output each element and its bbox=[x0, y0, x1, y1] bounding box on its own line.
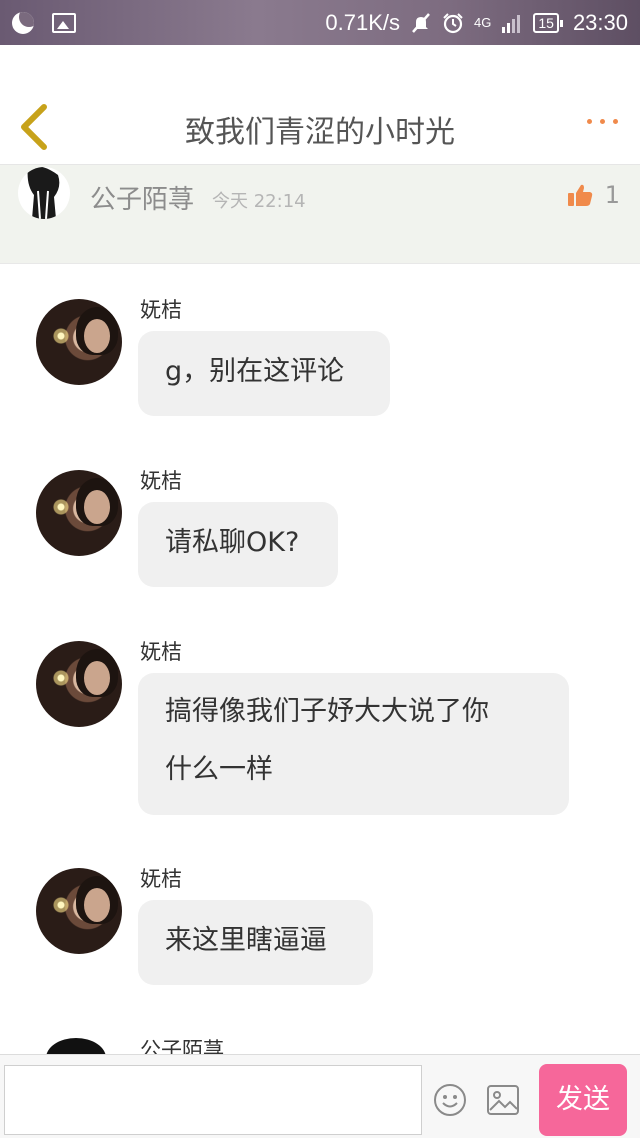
more-button[interactable] bbox=[587, 119, 618, 124]
comment-bubble[interactable]: 搞得像我们子妤大大说了你 什么一样 bbox=[138, 673, 569, 815]
commenter-name[interactable]: 妩桔 bbox=[140, 863, 182, 893]
comment-text: g，别在这评论 bbox=[165, 356, 345, 387]
title-bar: 致我们青涩的小时光 bbox=[0, 45, 640, 165]
network-speed: 0.71K/s bbox=[325, 9, 401, 35]
clock: 23:30 bbox=[572, 9, 628, 35]
commenter-avatar[interactable] bbox=[36, 641, 122, 727]
post-author-name[interactable]: 公子陌荨 bbox=[90, 179, 194, 216]
mute-icon bbox=[412, 12, 430, 33]
comment-text: 来这里瞎逼逼 bbox=[165, 925, 327, 956]
post-header: 公子陌荨 今天 22:14 1 bbox=[0, 165, 640, 264]
commenter-avatar[interactable] bbox=[36, 299, 122, 385]
commenter-avatar[interactable] bbox=[36, 470, 122, 556]
network-type: 4G bbox=[474, 14, 492, 30]
commenter-name[interactable]: 妩桔 bbox=[140, 465, 182, 495]
status-bar: 0.71K/s 4G 15 23:30 bbox=[0, 0, 640, 45]
comment-bubble[interactable]: 来这里瞎逼逼 bbox=[138, 900, 373, 985]
like-button[interactable]: 1 bbox=[567, 181, 620, 209]
dot-icon bbox=[613, 119, 618, 124]
image-notification-icon bbox=[52, 12, 76, 33]
comment-input[interactable] bbox=[4, 1065, 422, 1135]
thumbs-up-icon bbox=[567, 184, 592, 206]
post-author-avatar[interactable] bbox=[18, 167, 70, 219]
like-count: 1 bbox=[604, 181, 620, 209]
battery-icon: 15 bbox=[533, 12, 563, 33]
comment-bubble[interactable]: 请私聊OK? bbox=[138, 502, 338, 587]
dot-icon bbox=[587, 119, 592, 124]
commenter-name[interactable]: 妩桔 bbox=[140, 636, 182, 666]
dot-icon bbox=[600, 119, 605, 124]
send-button[interactable]: 发送 bbox=[539, 1064, 627, 1136]
comment-bubble[interactable]: g，别在这评论 bbox=[138, 331, 390, 416]
comment-text-line: 搞得像我们子妤大大说了你 bbox=[165, 696, 489, 727]
comment-input-bar: 发送 bbox=[0, 1054, 640, 1138]
signal-icon bbox=[502, 14, 521, 33]
emoji-button[interactable] bbox=[433, 1083, 467, 1117]
image-button[interactable] bbox=[486, 1084, 520, 1116]
commenter-avatar[interactable] bbox=[36, 868, 122, 954]
comment-text-line: 什么一样 bbox=[165, 754, 273, 785]
alarm-icon bbox=[443, 12, 463, 33]
comment-text: 请私聊OK? bbox=[165, 527, 300, 558]
moon-icon bbox=[12, 11, 34, 34]
commenter-name[interactable]: 妩桔 bbox=[140, 294, 182, 324]
page-title: 致我们青涩的小时光 bbox=[185, 115, 455, 150]
post-time: 今天 22:14 bbox=[212, 191, 306, 212]
